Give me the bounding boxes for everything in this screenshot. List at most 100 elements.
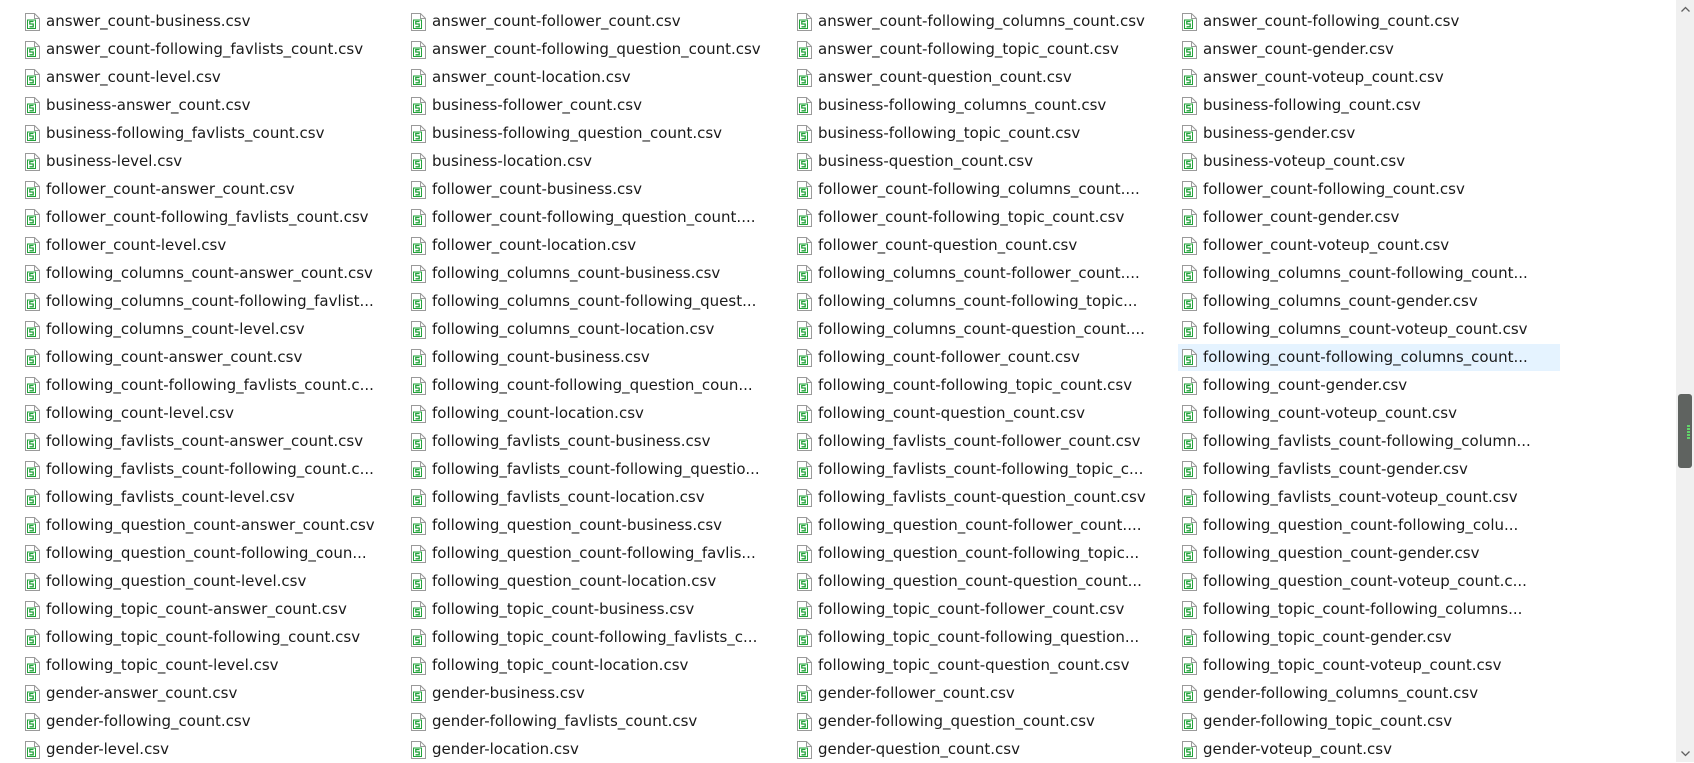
file-item[interactable]: business-answer_count.csv [21, 92, 403, 119]
file-item[interactable]: answer_count-gender.csv [1178, 36, 1560, 63]
file-item[interactable]: following_favlists_count-business.csv [407, 428, 789, 455]
file-item[interactable]: following_favlists_count-location.csv [407, 484, 789, 511]
file-item[interactable]: follower_count-question_count.csv [793, 232, 1175, 259]
file-item[interactable]: gender-location.csv [407, 736, 789, 763]
file-item[interactable]: following_favlists_count-level.csv [21, 484, 403, 511]
file-item[interactable]: following_columns_count-location.csv [407, 316, 789, 343]
file-item[interactable]: following_question_count-following_coun.… [21, 540, 403, 567]
file-item[interactable]: answer_count-level.csv [21, 64, 403, 91]
file-item[interactable]: following_count-level.csv [21, 400, 403, 427]
file-item[interactable]: business-gender.csv [1178, 120, 1560, 147]
file-item[interactable]: business-location.csv [407, 148, 789, 175]
file-item[interactable]: gender-following_count.csv [21, 708, 403, 735]
file-item[interactable]: following_topic_count-following_columns.… [1178, 596, 1560, 623]
file-item[interactable]: answer_count-following_count.csv [1178, 8, 1560, 35]
file-item[interactable]: business-voteup_count.csv [1178, 148, 1560, 175]
file-item[interactable]: answer_count-following_topic_count.csv [793, 36, 1175, 63]
file-item[interactable]: following_topic_count-following_question… [793, 624, 1175, 651]
file-item[interactable]: gender-level.csv [21, 736, 403, 763]
file-item[interactable]: gender-follower_count.csv [793, 680, 1175, 707]
file-item[interactable]: follower_count-gender.csv [1178, 204, 1560, 231]
file-item[interactable]: answer_count-question_count.csv [793, 64, 1175, 91]
file-item[interactable]: follower_count-answer_count.csv [21, 176, 403, 203]
file-item[interactable]: following_count-gender.csv [1178, 372, 1560, 399]
file-item[interactable]: gender-following_columns_count.csv [1178, 680, 1560, 707]
file-item[interactable]: following_topic_count-level.csv [21, 652, 403, 679]
file-item[interactable]: gender-following_favlists_count.csv [407, 708, 789, 735]
file-item[interactable]: following_topic_count-following_favlists… [407, 624, 789, 651]
file-item[interactable]: following_columns_count-following_count.… [1178, 260, 1560, 287]
file-item[interactable]: business-following_question_count.csv [407, 120, 789, 147]
file-item[interactable]: following_count-following_favlists_count… [21, 372, 403, 399]
file-item[interactable]: business-question_count.csv [793, 148, 1175, 175]
file-item[interactable]: answer_count-business.csv [21, 8, 403, 35]
file-item[interactable]: following_columns_count-business.csv [407, 260, 789, 287]
scrollbar-thumb[interactable] [1678, 394, 1692, 468]
file-item[interactable]: gender-following_topic_count.csv [1178, 708, 1560, 735]
file-item[interactable]: follower_count-business.csv [407, 176, 789, 203]
file-item[interactable]: follower_count-following_count.csv [1178, 176, 1560, 203]
file-item[interactable]: following_columns_count-answer_count.csv [21, 260, 403, 287]
file-item[interactable]: following_favlists_count-following_colum… [1178, 428, 1560, 455]
file-item[interactable]: business-following_count.csv [1178, 92, 1560, 119]
file-item[interactable]: following_question_count-answer_count.cs… [21, 512, 403, 539]
file-item[interactable]: following_question_count-question_count.… [793, 568, 1175, 595]
file-item[interactable]: answer_count-following_columns_count.csv [793, 8, 1175, 35]
file-item[interactable]: follower_count-location.csv [407, 232, 789, 259]
file-item[interactable]: following_topic_count-question_count.csv [793, 652, 1175, 679]
file-item[interactable]: following_count-following_question_coun.… [407, 372, 789, 399]
file-item[interactable]: following_columns_count-following_favlis… [21, 288, 403, 315]
file-item[interactable]: gender-question_count.csv [793, 736, 1175, 763]
file-item[interactable]: following_columns_count-voteup_count.csv [1178, 316, 1560, 343]
scroll-down-arrow-icon[interactable] [1676, 745, 1694, 762]
file-item[interactable]: following_question_count-follower_count.… [793, 512, 1175, 539]
file-item[interactable]: following_topic_count-following_count.cs… [21, 624, 403, 651]
vertical-scrollbar[interactable] [1676, 0, 1694, 762]
file-item[interactable]: business-following_favlists_count.csv [21, 120, 403, 147]
file-item[interactable]: following_question_count-following_topic… [793, 540, 1175, 567]
file-item[interactable]: business-level.csv [21, 148, 403, 175]
file-item[interactable]: gender-following_question_count.csv [793, 708, 1175, 735]
file-item[interactable]: business-following_columns_count.csv [793, 92, 1175, 119]
file-item[interactable]: following_count-follower_count.csv [793, 344, 1175, 371]
file-item[interactable]: follower_count-voteup_count.csv [1178, 232, 1560, 259]
file-item[interactable]: following_columns_count-following_topic.… [793, 288, 1175, 315]
file-item[interactable]: following_favlists_count-voteup_count.cs… [1178, 484, 1560, 511]
file-item[interactable]: following_count-question_count.csv [793, 400, 1175, 427]
file-item[interactable]: following_count-answer_count.csv [21, 344, 403, 371]
file-item[interactable]: follower_count-following_question_count.… [407, 204, 789, 231]
file-item[interactable]: following_favlists_count-following_count… [21, 456, 403, 483]
file-item[interactable]: following_favlists_count-follower_count.… [793, 428, 1175, 455]
file-item[interactable]: following_columns_count-question_count..… [793, 316, 1175, 343]
file-item[interactable]: following_columns_count-follower_count..… [793, 260, 1175, 287]
file-item[interactable]: following_columns_count-gender.csv [1178, 288, 1560, 315]
file-item[interactable]: answer_count-location.csv [407, 64, 789, 91]
file-item[interactable]: following_count-voteup_count.csv [1178, 400, 1560, 427]
file-item[interactable]: answer_count-following_favlists_count.cs… [21, 36, 403, 63]
file-item[interactable]: follower_count-following_favlists_count.… [21, 204, 403, 231]
file-item[interactable]: gender-answer_count.csv [21, 680, 403, 707]
file-item[interactable]: following_count-following_columns_count.… [1178, 344, 1560, 371]
file-item[interactable]: answer_count-follower_count.csv [407, 8, 789, 35]
file-item[interactable]: gender-business.csv [407, 680, 789, 707]
file-item[interactable]: business-follower_count.csv [407, 92, 789, 119]
file-item[interactable]: following_count-following_topic_count.cs… [793, 372, 1175, 399]
file-item[interactable]: follower_count-level.csv [21, 232, 403, 259]
file-item[interactable]: following_favlists_count-following_topic… [793, 456, 1175, 483]
file-item[interactable]: following_topic_count-gender.csv [1178, 624, 1560, 651]
file-item[interactable]: follower_count-following_columns_count..… [793, 176, 1175, 203]
file-item[interactable]: following_columns_count-following_quest.… [407, 288, 789, 315]
file-item[interactable]: following_question_count-following_favli… [407, 540, 789, 567]
file-item[interactable]: following_topic_count-business.csv [407, 596, 789, 623]
file-item[interactable]: following_favlists_count-answer_count.cs… [21, 428, 403, 455]
file-item[interactable]: following_question_count-location.csv [407, 568, 789, 595]
file-item[interactable]: following_question_count-business.csv [407, 512, 789, 539]
file-item[interactable]: following_favlists_count-following_quest… [407, 456, 789, 483]
file-item[interactable]: gender-voteup_count.csv [1178, 736, 1560, 763]
file-item[interactable]: answer_count-voteup_count.csv [1178, 64, 1560, 91]
file-item[interactable]: following_count-location.csv [407, 400, 789, 427]
file-item[interactable]: following_favlists_count-question_count.… [793, 484, 1175, 511]
file-item[interactable]: business-following_topic_count.csv [793, 120, 1175, 147]
file-item[interactable]: following_columns_count-level.csv [21, 316, 403, 343]
file-item[interactable]: following_question_count-voteup_count.c.… [1178, 568, 1560, 595]
